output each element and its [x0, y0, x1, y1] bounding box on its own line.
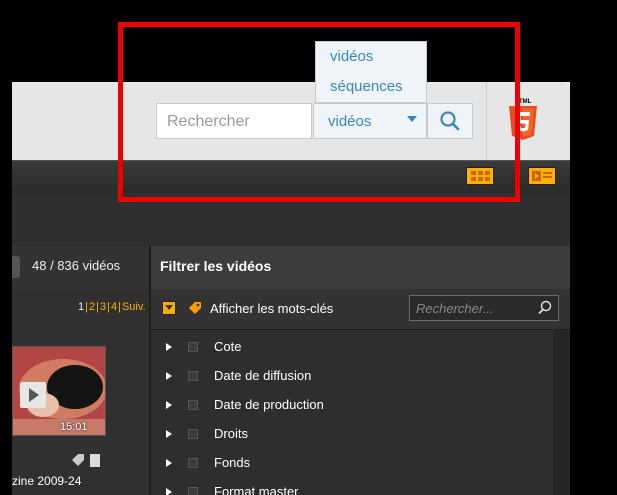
- page-link-3[interactable]: 3: [100, 301, 106, 313]
- document-icon: [90, 454, 100, 467]
- filter-item[interactable]: Droits: [151, 420, 551, 449]
- filter-item[interactable]: Format master: [151, 478, 551, 495]
- filter-item-label: Date de diffusion: [214, 368, 312, 383]
- pagination: 1|2|3|4|Suiv.: [78, 301, 146, 313]
- tag-icon: [187, 300, 203, 316]
- filter-checkbox[interactable]: [188, 342, 198, 352]
- filter-item[interactable]: Fonds: [151, 449, 551, 478]
- search-icon[interactable]: [537, 299, 553, 315]
- filter-checkbox[interactable]: [188, 371, 198, 381]
- filter-item[interactable]: Date de diffusion: [151, 362, 551, 391]
- expand-arrow-icon[interactable]: [166, 343, 172, 351]
- play-list-icon: [532, 171, 552, 181]
- filter-scrollbar[interactable]: [553, 330, 570, 495]
- highlight-frame: [118, 22, 520, 202]
- play-icon[interactable]: [20, 382, 46, 408]
- page-current: 1: [78, 301, 85, 313]
- expand-arrow-icon[interactable]: [166, 372, 172, 380]
- page-link-4[interactable]: 4: [111, 301, 117, 313]
- filter-item-label: Fonds: [214, 455, 251, 470]
- filter-item[interactable]: Cote: [151, 333, 551, 362]
- page-input[interactable]: [12, 256, 20, 278]
- background-right: [570, 0, 617, 495]
- page-next-link[interactable]: Suiv.: [122, 301, 146, 313]
- show-keywords-toggle[interactable]: Afficher les mots-clés: [210, 301, 333, 316]
- filter-checkbox[interactable]: [188, 429, 198, 439]
- filter-item-label: Date de production: [214, 397, 324, 412]
- filter-checkbox[interactable]: [188, 400, 198, 410]
- screenshot-stage: Rechercher vidéos vidéos séquences HTML: [0, 0, 617, 495]
- video-meta-icons: [70, 452, 106, 468]
- filter-checkbox[interactable]: [188, 487, 198, 495]
- expand-arrow-icon[interactable]: [166, 430, 172, 438]
- expand-arrow-icon[interactable]: [166, 401, 172, 409]
- video-duration: 15:01: [60, 421, 88, 433]
- collapse-toggle[interactable]: [162, 301, 176, 315]
- page-link-2[interactable]: 2: [89, 301, 95, 313]
- filter-item-label: Droits: [214, 426, 248, 441]
- detail-view-button[interactable]: [528, 167, 556, 185]
- expand-arrow-icon[interactable]: [166, 488, 172, 495]
- video-title[interactable]: zine 2009-24: [12, 474, 81, 488]
- filter-item-label: Format master: [214, 484, 299, 495]
- results-count: 48 / 836 vidéos: [32, 258, 121, 273]
- tag-icon: [72, 454, 84, 466]
- filter-item[interactable]: Date de production: [151, 391, 551, 420]
- filter-item-label: Cote: [214, 339, 242, 354]
- expand-arrow-icon[interactable]: [166, 459, 172, 467]
- filter-checkbox[interactable]: [188, 458, 198, 468]
- filter-panel-title: Filtrer les vidéos: [160, 258, 272, 274]
- background-left: [0, 0, 12, 495]
